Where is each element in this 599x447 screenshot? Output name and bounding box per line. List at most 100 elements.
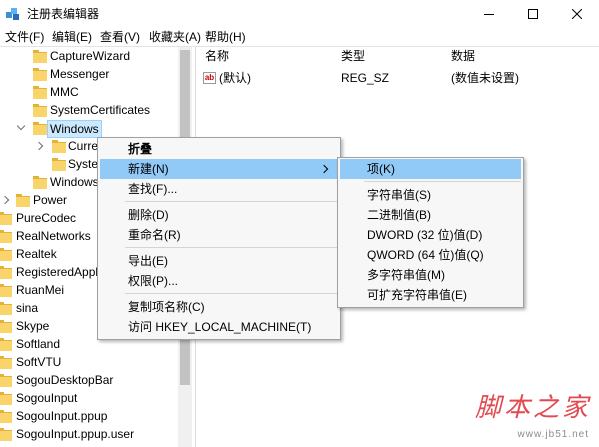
menu-item-delete[interactable]: 删除(D) <box>100 205 338 225</box>
menu-file[interactable]: 文件(F) <box>5 28 44 46</box>
submenu-item-qword-value[interactable]: QWORD (64 位)值(Q) <box>340 245 521 265</box>
tree-item-label: Softland <box>16 337 61 351</box>
tree-item-mmc[interactable]: MMC <box>0 83 178 101</box>
menu-favorites[interactable]: 收藏夹(A) <box>149 28 201 46</box>
folder-icon <box>33 122 47 135</box>
folder-icon <box>0 320 12 333</box>
tree-item-label: SogouInput <box>16 391 78 405</box>
submenu-item-string-value[interactable]: 字符串值(S) <box>340 185 521 205</box>
tree-item-label: PureCodec <box>16 211 77 225</box>
tree-item-label: RegisteredAppl <box>16 265 99 279</box>
new-submenu: 项(K) 字符串值(S) 二进制值(B) DWORD (32 位)值(D) QW… <box>337 157 524 308</box>
tree-item-label: Realtek <box>16 247 57 261</box>
tree-item-label: RealNetworks <box>16 229 91 243</box>
tree-item-sogouinput-ppup[interactable]: SogouInput.ppup <box>0 407 178 425</box>
menu-item-label: 权限(P)... <box>128 274 178 288</box>
menu-item-goto-hklm[interactable]: 访问 HKEY_LOCAL_MACHINE(T) <box>100 317 338 337</box>
string-value-icon: ab <box>203 72 216 84</box>
menu-item-permissions[interactable]: 权限(P)... <box>100 271 338 291</box>
menu-item-label: QWORD (64 位)值(Q) <box>367 248 484 262</box>
menu-item-export[interactable]: 导出(E) <box>100 251 338 271</box>
tree-item-label: SogouInput.ppup.user <box>16 427 135 441</box>
menu-item-label: 字符串值(S) <box>367 188 431 202</box>
menu-help[interactable]: 帮助(H) <box>205 28 246 46</box>
submenu-item-expandable-string-value[interactable]: 可扩充字符串值(E) <box>340 285 521 305</box>
folder-icon <box>0 338 12 351</box>
folder-icon <box>0 356 12 369</box>
folder-icon <box>16 194 30 207</box>
menu-item-label: 查找(F)... <box>128 182 178 196</box>
menu-item-label: 可扩充字符串值(E) <box>367 288 467 302</box>
tree-item-label: Windows <box>47 120 102 138</box>
menu-edit[interactable]: 编辑(E) <box>52 28 92 46</box>
menu-item-find[interactable]: 查找(F)... <box>100 179 338 199</box>
tree-item-softvtu[interactable]: SoftVTU <box>0 353 178 371</box>
menu-item-rename[interactable]: 重命名(R) <box>100 225 338 245</box>
tree-item-label: Curre <box>68 139 99 153</box>
folder-icon <box>33 104 47 117</box>
folder-icon <box>0 302 12 315</box>
folder-icon <box>52 158 66 171</box>
folder-icon <box>0 410 12 423</box>
tree-item-label: Windows <box>50 175 99 189</box>
tree-item-label: RuanMei <box>16 283 65 297</box>
tree-item-label: MMC <box>50 85 79 99</box>
tree-item-messenger[interactable]: Messenger <box>0 65 178 83</box>
tree-item-label: CaptureWizard <box>50 49 131 63</box>
tree-item-label: Messenger <box>50 67 110 81</box>
folder-icon <box>52 140 66 153</box>
tree-item-systemcertificates[interactable]: SystemCertificates <box>0 101 178 119</box>
tree-item-sogouinput-ppup-user[interactable]: SogouInput.ppup.user <box>0 425 178 443</box>
tree-item-sogouinput[interactable]: SogouInput <box>0 389 178 407</box>
folder-icon <box>33 86 47 99</box>
menu-item-copy-key-name[interactable]: 复制项名称(C) <box>100 297 338 317</box>
tree-item-windows-selected[interactable]: Windows <box>0 119 178 138</box>
submenu-item-key[interactable]: 项(K) <box>340 159 521 179</box>
minimize-icon <box>484 14 494 15</box>
tree-item-capturewizard[interactable]: CaptureWizard <box>0 47 178 65</box>
menu-item-label: 重命名(R) <box>128 228 181 242</box>
folder-icon <box>33 68 47 81</box>
folder-icon <box>0 212 12 225</box>
window-title: 注册表编辑器 <box>27 7 100 21</box>
chevron-right-icon[interactable] <box>0 195 10 205</box>
menu-item-label: 二进制值(B) <box>367 208 431 222</box>
menu-item-collapse[interactable]: 折叠 <box>100 139 338 159</box>
value-data: (数值未设置) <box>451 71 519 85</box>
submenu-item-binary-value[interactable]: 二进制值(B) <box>340 205 521 225</box>
menu-item-label: 复制项名称(C) <box>128 300 205 314</box>
menu-item-label: 删除(D) <box>128 208 169 222</box>
maximize-button[interactable] <box>511 0 555 28</box>
close-icon <box>572 9 582 19</box>
tree-item-label: Skype <box>16 319 50 333</box>
menu-item-label: 多字符串值(M) <box>367 268 445 282</box>
value-row[interactable]: ab (默认) REG_SZ (数值未设置) <box>197 69 599 87</box>
menu-item-label: 折叠 <box>128 142 153 156</box>
column-header-name[interactable]: 名称 <box>205 47 229 65</box>
context-menu: 折叠 新建(N) 查找(F)... 删除(D) 重命名(R) 导出(E) 权限(… <box>97 137 341 340</box>
minimize-button[interactable] <box>467 0 511 28</box>
value-type: REG_SZ <box>341 71 390 85</box>
close-button[interactable] <box>555 0 599 28</box>
tree-item-label: SoftVTU <box>16 355 62 369</box>
menu-view[interactable]: 查看(V) <box>100 28 140 46</box>
folder-icon <box>0 392 12 405</box>
chevron-right-icon[interactable] <box>34 141 44 151</box>
column-header-data[interactable]: 数据 <box>451 47 475 65</box>
submenu-item-dword-value[interactable]: DWORD (32 位)值(D) <box>340 225 521 245</box>
tree-item-sogoudesktopbar[interactable]: SogouDesktopBar <box>0 371 178 389</box>
tree-item-label: sina <box>16 301 39 315</box>
title-bar[interactable]: 注册表编辑器 <box>0 0 599 28</box>
menu-item-label: 访问 HKEY_LOCAL_MACHINE(T) <box>128 320 312 334</box>
tree-item-label: SogouDesktopBar <box>16 373 114 387</box>
tree-item-label: SogouInput.ppup <box>16 409 108 423</box>
column-header-type[interactable]: 类型 <box>341 47 365 65</box>
tree-item-label: Syste <box>68 157 99 171</box>
menu-item-new[interactable]: 新建(N) <box>100 159 338 179</box>
submenu-item-multi-string-value[interactable]: 多字符串值(M) <box>340 265 521 285</box>
folder-icon <box>0 248 12 261</box>
folder-icon <box>0 230 12 243</box>
regedit-icon <box>5 6 21 22</box>
chevron-down-icon[interactable] <box>16 121 26 131</box>
tree-item-label: Power <box>33 193 68 207</box>
